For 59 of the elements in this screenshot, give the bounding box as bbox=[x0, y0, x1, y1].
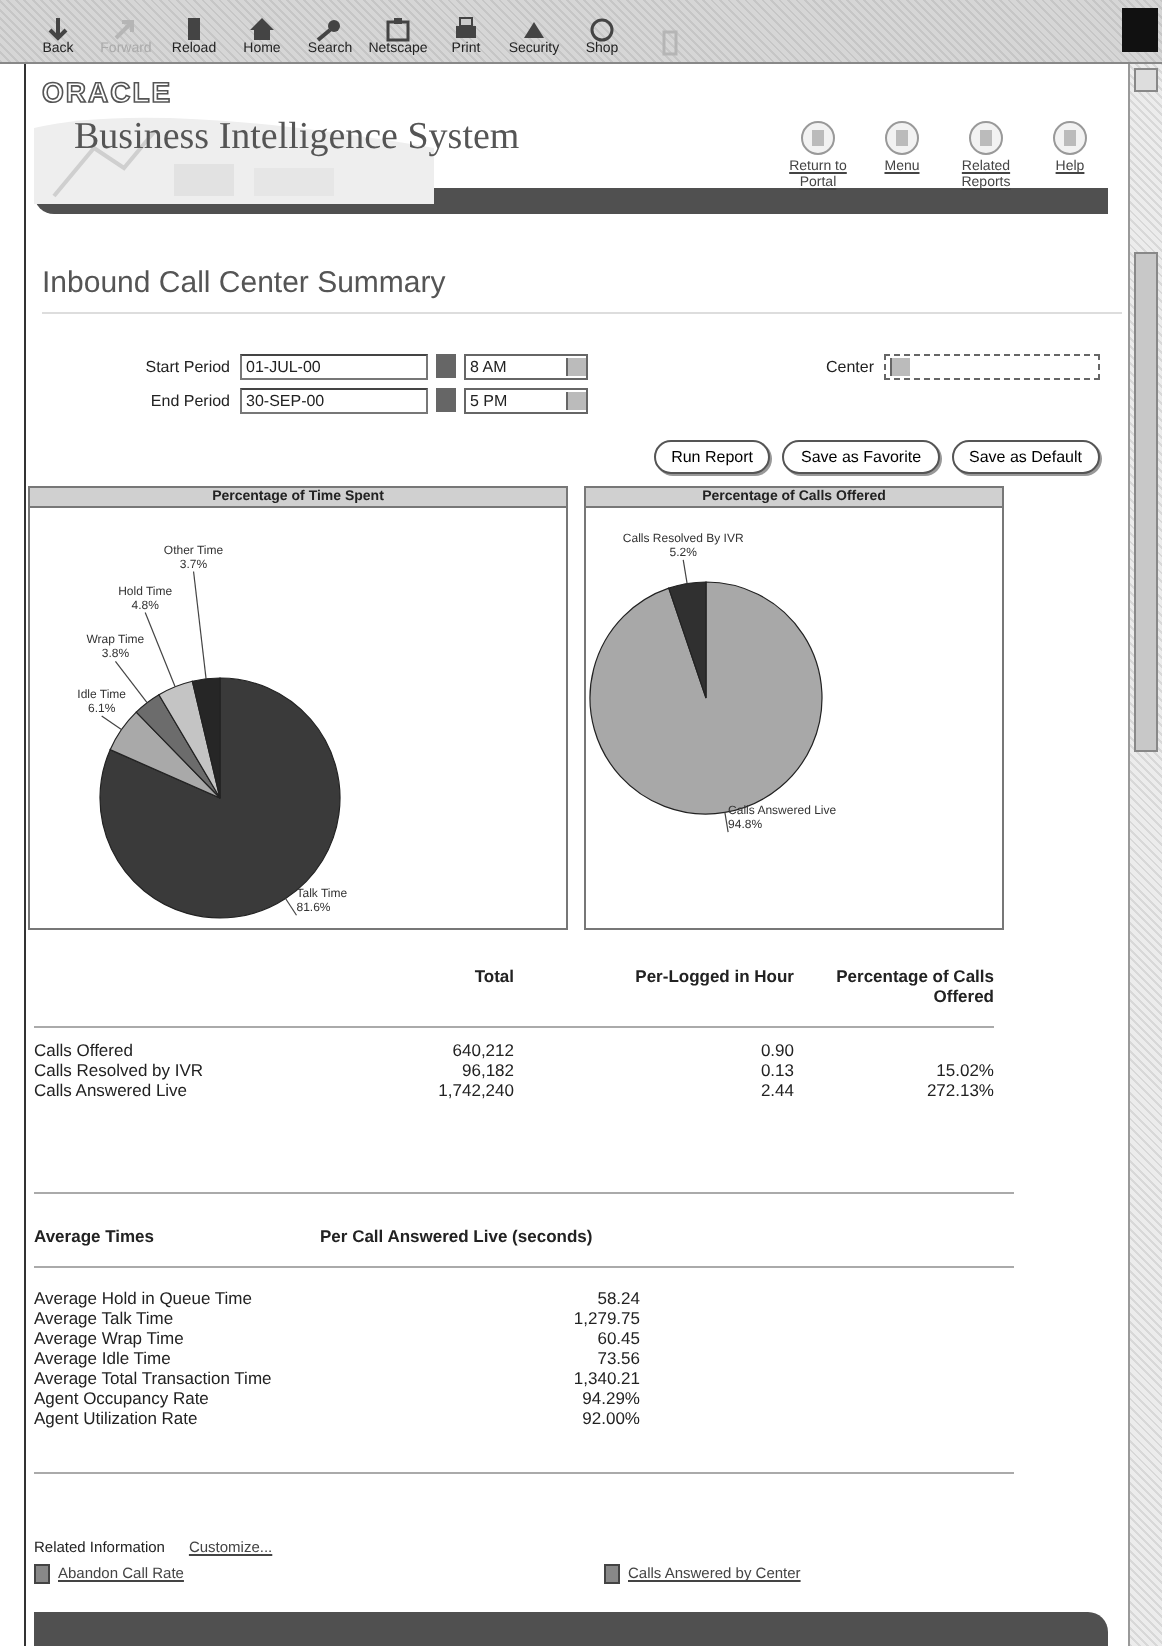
column-header: Total bbox=[354, 965, 514, 1028]
table-cell-text: 1,340.21 bbox=[571, 1367, 640, 1388]
date-field[interactable]: 01-JUL-00 bbox=[240, 353, 428, 380]
time-dropdown[interactable]: 8 AM bbox=[464, 353, 588, 380]
row-label: Calls Answered Live bbox=[34, 1079, 190, 1100]
time-dropdown[interactable]: 5 PM bbox=[464, 387, 588, 414]
table-cell-text: 2.44 bbox=[758, 1079, 794, 1100]
circle-icon[interactable] bbox=[968, 120, 1004, 156]
column-header: Per-Logged in Hour bbox=[514, 965, 794, 1028]
action-button[interactable]: Run Report bbox=[653, 439, 771, 474]
table-cell-text: 15.02% bbox=[934, 1059, 994, 1080]
date-field[interactable]: 30-SEP-00 bbox=[240, 387, 428, 414]
table-cell-text: 1,742,240 bbox=[436, 1079, 514, 1100]
scrollbar[interactable] bbox=[1128, 64, 1162, 1646]
row-label: Agent Utilization Rate bbox=[34, 1407, 200, 1428]
column-header: Percentage of Calls Offered bbox=[794, 965, 994, 1028]
document-icon bbox=[34, 1563, 50, 1584]
calendar-icon[interactable] bbox=[436, 388, 456, 413]
field-label: Start Period bbox=[143, 357, 230, 376]
table-cell-text: 92.00% bbox=[580, 1407, 640, 1428]
row-label: Average Wrap Time bbox=[34, 1327, 186, 1348]
field-label: End Period bbox=[148, 391, 230, 410]
calendar-icon[interactable] bbox=[436, 354, 456, 379]
column-header: Average Times bbox=[34, 1223, 157, 1250]
action-button[interactable]: Save as Favorite bbox=[782, 439, 940, 474]
table-cell-text: 272.13% bbox=[924, 1079, 994, 1100]
app-title: Business Intelligence System bbox=[74, 116, 520, 160]
document-icon bbox=[604, 1563, 620, 1584]
row-label: Average Talk Time bbox=[34, 1307, 174, 1328]
row-label: Calls Resolved by IVR bbox=[34, 1059, 206, 1080]
table-cell-text: 0.13 bbox=[758, 1059, 794, 1080]
table-cell-text: 0.90 bbox=[758, 1039, 794, 1060]
leader-line bbox=[284, 897, 298, 916]
table-cell-text: 94.29% bbox=[580, 1387, 640, 1408]
report-title: Inbound Call Center Summary bbox=[42, 265, 1122, 314]
row-label: Average Total Transaction Time bbox=[34, 1367, 274, 1388]
leader-line bbox=[724, 811, 729, 833]
leader-line bbox=[101, 714, 122, 730]
table-cell-text: 60.45 bbox=[595, 1327, 640, 1348]
oracle-logo: ORACLE bbox=[40, 74, 173, 108]
row-label: Calls Offered bbox=[34, 1039, 135, 1060]
table-cell-text: 58.24 bbox=[595, 1287, 640, 1308]
table-cell-text: 96,182 bbox=[460, 1059, 514, 1080]
table-cell-text: 640,212 bbox=[450, 1039, 514, 1060]
table-cell-text: 1,279.75 bbox=[571, 1307, 640, 1328]
leader-line bbox=[192, 570, 207, 679]
row-label: Average Hold in Queue Time bbox=[34, 1287, 254, 1308]
circle-icon[interactable] bbox=[800, 120, 836, 156]
center-dropdown[interactable] bbox=[884, 353, 1100, 380]
row-label: Average Idle Time bbox=[34, 1347, 173, 1368]
row-label: Agent Occupancy Rate bbox=[34, 1387, 211, 1408]
column-header: Per Call Answered Live (seconds) bbox=[320, 1223, 595, 1250]
table-cell-text: 73.56 bbox=[595, 1347, 640, 1368]
field-label: Center bbox=[825, 357, 874, 376]
circle-icon[interactable] bbox=[884, 120, 920, 156]
action-button[interactable]: Save as Default bbox=[951, 439, 1100, 474]
leader-line bbox=[682, 558, 688, 584]
circle-icon[interactable] bbox=[1052, 120, 1088, 156]
browser-logo bbox=[1122, 8, 1158, 52]
